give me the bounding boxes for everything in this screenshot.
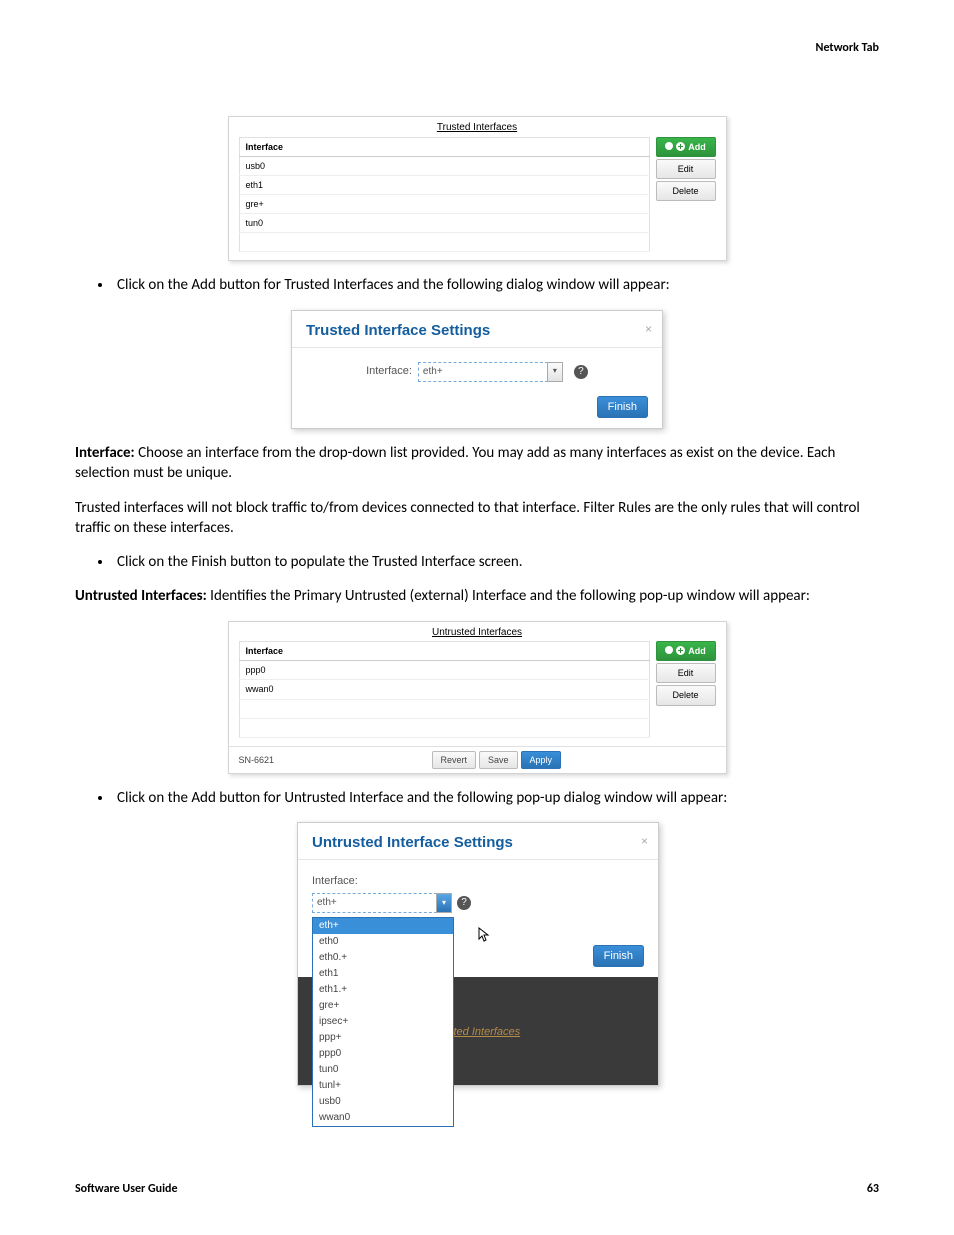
table-row[interactable]: ppp0 <box>239 661 649 680</box>
untrusted-settings-dialog: × Untrusted Interface Settings Interface… <box>297 822 659 1086</box>
untrusted-interfaces-table: Interface ppp0 wwan0 <box>239 641 650 737</box>
interface-dropdown[interactable]: eth+ eth0 eth0.+ eth1 eth1.+ gre+ ipsec+… <box>312 917 454 1127</box>
background-caption: sted Interfaces <box>448 1025 520 1040</box>
dropdown-option[interactable]: eth0.+ <box>313 950 453 966</box>
finish-button[interactable]: Finish <box>593 945 644 967</box>
table-row <box>239 699 649 718</box>
plus-icon <box>676 142 685 151</box>
device-id: SN-6621 <box>239 754 275 766</box>
dropdown-option[interactable]: ppp+ <box>313 1030 453 1046</box>
delete-button[interactable]: Delete <box>656 181 716 201</box>
add-button[interactable]: Add <box>656 641 716 661</box>
dropdown-option[interactable]: usb0 <box>313 1094 453 1110</box>
dialog-title: Untrusted Interface Settings <box>298 823 658 860</box>
dropdown-option[interactable]: eth1.+ <box>313 982 453 998</box>
page-header: Network Tab <box>75 40 879 56</box>
close-icon[interactable]: × <box>641 833 648 849</box>
plus-icon <box>676 646 685 655</box>
dropdown-option[interactable]: eth0 <box>313 934 453 950</box>
save-button[interactable]: Save <box>479 751 518 769</box>
help-icon[interactable]: ? <box>457 896 471 910</box>
interface-select[interactable]: eth+ <box>312 893 437 913</box>
dropdown-option[interactable]: gre+ <box>313 998 453 1014</box>
delete-button[interactable]: Delete <box>656 685 716 705</box>
dropdown-option[interactable]: eth+ <box>313 918 453 934</box>
body-text: Click on the Finish button to populate t… <box>113 552 879 572</box>
table-row[interactable]: wwan0 <box>239 680 649 699</box>
table-row[interactable]: usb0 <box>239 156 649 175</box>
dropdown-option[interactable]: tunl+ <box>313 1078 453 1094</box>
dropdown-option[interactable]: eth1 <box>313 966 453 982</box>
table-row <box>239 233 649 252</box>
finish-button[interactable]: Finish <box>597 396 648 418</box>
body-text: Trusted interfaces will not block traffi… <box>75 498 879 539</box>
cursor-icon <box>478 927 490 943</box>
untrusted-interfaces-panel: Untrusted Interfaces Interface ppp0 wwan… <box>228 621 727 774</box>
add-button[interactable]: Add <box>656 137 716 157</box>
trusted-interfaces-table: Interface usb0 eth1 gre+ tun0 <box>239 137 650 253</box>
body-text: Click on the Add button for Untrusted In… <box>113 788 879 808</box>
interface-select[interactable]: eth+ <box>418 362 548 382</box>
edit-button[interactable]: Edit <box>656 159 716 179</box>
revert-button[interactable]: Revert <box>432 751 477 769</box>
chevron-down-icon[interactable]: ▾ <box>436 893 452 913</box>
dropdown-option[interactable]: wwan0 <box>313 1110 453 1126</box>
dialog-title: Trusted Interface Settings <box>292 311 662 348</box>
body-text: Click on the Add button for Trusted Inte… <box>113 275 879 295</box>
table-row[interactable]: tun0 <box>239 214 649 233</box>
interface-label: Interface: <box>312 874 358 889</box>
table-row <box>239 718 649 737</box>
dropdown-option[interactable]: ipsec+ <box>313 1014 453 1030</box>
edit-button[interactable]: Edit <box>656 663 716 683</box>
body-text: Interface: Choose an interface from the … <box>75 443 879 484</box>
table-row[interactable]: gre+ <box>239 195 649 214</box>
help-icon[interactable]: ? <box>574 365 588 379</box>
interface-label: Interface: <box>366 364 412 379</box>
footer-left: Software User Guide <box>75 1181 178 1197</box>
trusted-col-header: Interface <box>239 137 649 156</box>
apply-button[interactable]: Apply <box>521 751 562 769</box>
untrusted-panel-title: Untrusted Interfaces <box>229 622 726 642</box>
trusted-panel-title: Trusted Interfaces <box>229 117 726 137</box>
untrusted-col-header: Interface <box>239 642 649 661</box>
dropdown-option[interactable]: ppp0 <box>313 1046 453 1062</box>
table-row[interactable]: eth1 <box>239 175 649 194</box>
close-icon[interactable]: × <box>645 321 652 337</box>
body-text: Untrusted Interfaces: Identifies the Pri… <box>75 586 879 606</box>
trusted-settings-dialog: × Trusted Interface Settings Interface: … <box>291 310 663 430</box>
trusted-interfaces-panel: Trusted Interfaces Interface usb0 eth1 g… <box>228 116 727 261</box>
dropdown-option[interactable]: tun0 <box>313 1062 453 1078</box>
page-number: 63 <box>867 1181 879 1197</box>
chevron-down-icon[interactable]: ▾ <box>547 362 563 382</box>
